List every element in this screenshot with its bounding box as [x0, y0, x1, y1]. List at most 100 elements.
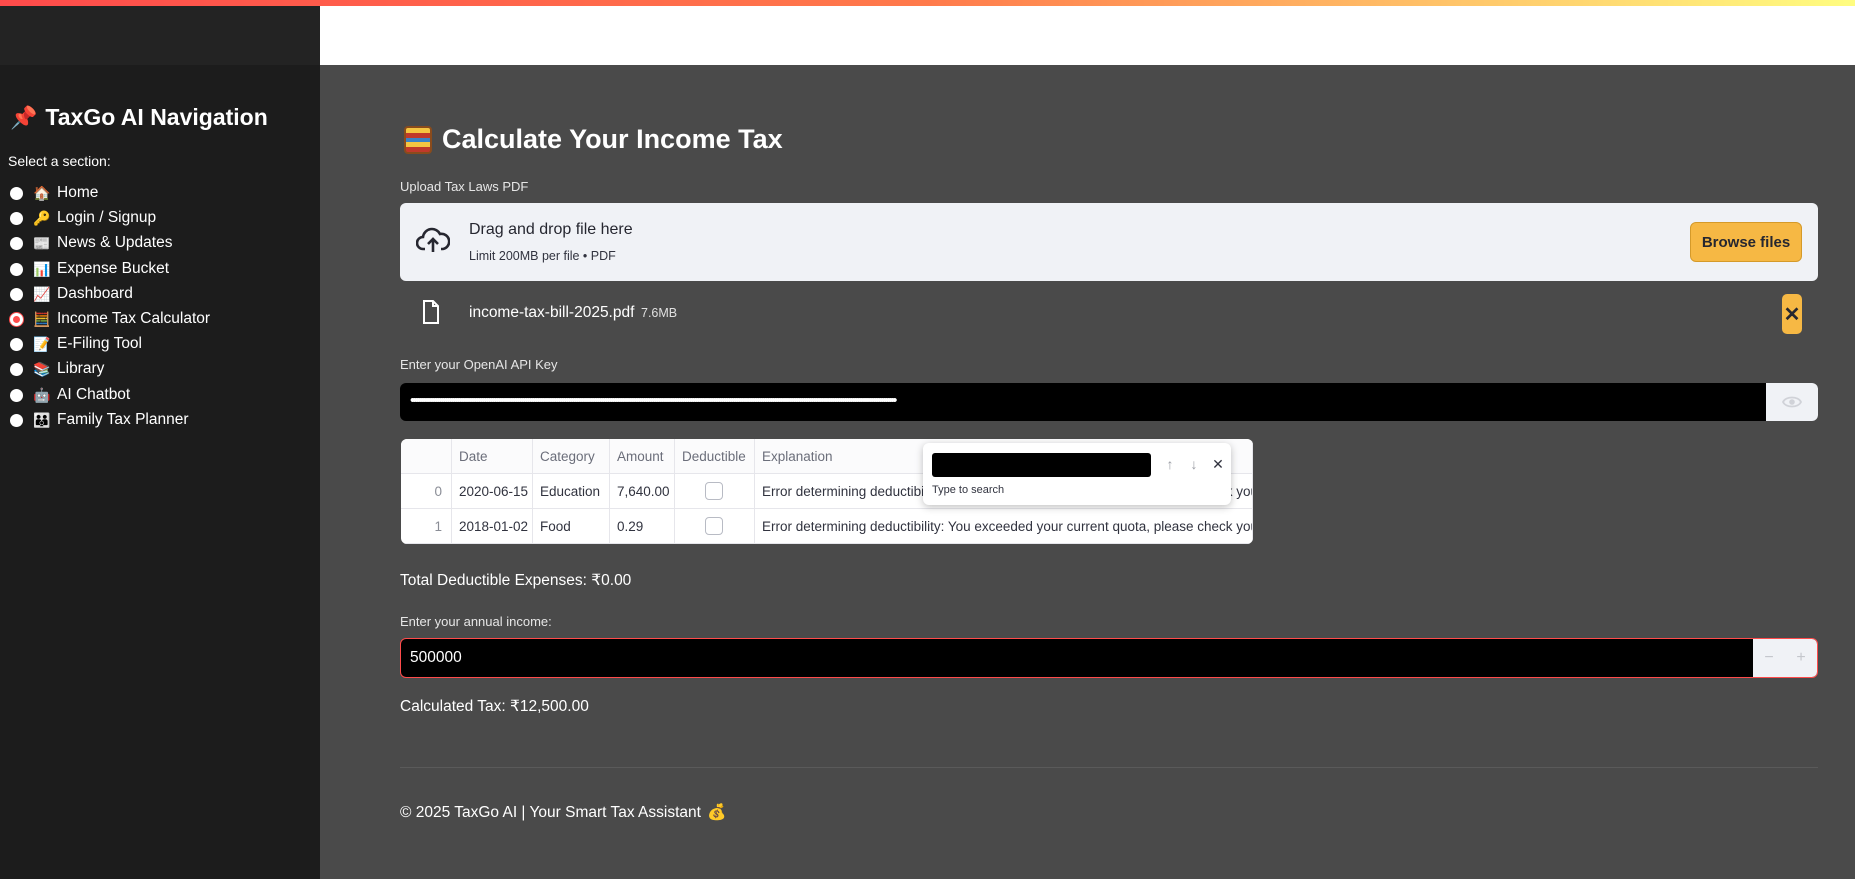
row-index-header[interactable]: [401, 439, 452, 474]
file-size: 7.6MB: [641, 306, 678, 320]
table-cell-date[interactable]: 2020-06-15: [452, 474, 533, 509]
radio-button[interactable]: [10, 362, 23, 376]
sidebar-title: 📌 TaxGo AI Navigation: [10, 104, 268, 131]
api-key-label: Enter your OpenAI API Key: [400, 357, 558, 372]
sidebar-item-label: Library: [57, 360, 105, 377]
cloud-upload-icon: [416, 227, 450, 252]
sidebar-item-library[interactable]: 📚 Library: [10, 358, 104, 380]
table-cell-category[interactable]: Education: [533, 474, 610, 509]
dropzone-instructions: Drag and drop file here: [469, 221, 633, 238]
search-hint: Type to search: [932, 484, 1005, 496]
upload-label: Upload Tax Laws PDF: [400, 179, 529, 194]
sidebar-item-label: Income Tax Calculator: [57, 310, 211, 327]
table-cell-date[interactable]: 2018-01-02: [452, 509, 533, 544]
increment-button[interactable]: +: [1785, 639, 1817, 677]
table-cell-explanation[interactable]: Error determining deductibility: You exc…: [755, 509, 1253, 544]
table-cell-deductible[interactable]: [675, 509, 755, 544]
remove-file-button[interactable]: ✕: [1782, 294, 1802, 334]
uploaded-file: income-tax-bill-2025.pdf 7.6MB ✕: [400, 292, 1818, 336]
income-label: Enter your annual income:: [400, 614, 552, 629]
amount-column-header[interactable]: Amount: [610, 439, 675, 474]
calculated-tax: Calculated Tax: ₹12,500.00: [400, 698, 589, 715]
browse-files-button[interactable]: Browse files: [1690, 222, 1802, 262]
sidebar-item-label: Home: [57, 184, 99, 201]
nav-item-icon: 📰: [33, 234, 51, 251]
divider: [400, 767, 1818, 768]
nav-item-icon: 📊: [33, 260, 51, 277]
date-column-header[interactable]: Date: [452, 439, 533, 474]
arrow-down-icon[interactable]: ↓: [1185, 455, 1203, 473]
deductible-checkbox[interactable]: [705, 482, 723, 500]
money-bag-icon: 💰: [706, 804, 727, 821]
footer: © 2025 TaxGo AI | Your Smart Tax Assista…: [400, 803, 726, 822]
nav-item-icon: 📈: [33, 285, 51, 302]
table-cell-amount[interactable]: 7,640.00: [610, 474, 675, 509]
radio-button[interactable]: [10, 211, 23, 225]
sidebar-item-label: Family Tax Planner: [57, 411, 189, 428]
sidebar-item-login-signup[interactable]: 🔑 Login / Signup: [10, 207, 156, 229]
sidebar-item-label: AI Chatbot: [57, 386, 131, 403]
radio-button[interactable]: [10, 388, 23, 402]
radio-button[interactable]: [10, 236, 23, 250]
sidebar-item-label: Dashboard: [57, 285, 133, 302]
abacus-icon: [404, 125, 432, 154]
sidebar-item-home[interactable]: 🏠 Home: [10, 182, 98, 204]
nav-item-icon: 📝: [33, 335, 51, 352]
table-search-popup: ↑ ↓ ✕ Type to search: [923, 443, 1231, 505]
api-key-value: ••••••••••••••••••••••••••••••••••••••••…: [410, 392, 897, 409]
sidebar-item-label: News & Updates: [57, 234, 173, 251]
decrement-button[interactable]: −: [1753, 639, 1785, 677]
section-select-label: Select a section:: [8, 153, 111, 169]
sidebar-item-label: Expense Bucket: [57, 260, 170, 277]
radio-button[interactable]: [10, 186, 23, 200]
table-cell-category[interactable]: Food: [533, 509, 610, 544]
sidebar-item-e-filing-tool[interactable]: 📝 E-Filing Tool: [10, 333, 142, 355]
nav-item-icon: 👪: [33, 411, 51, 428]
file-dropzone[interactable]: Drag and drop file here Limit 200MB per …: [400, 203, 1818, 281]
category-column-header[interactable]: Category: [533, 439, 610, 474]
nav-item-icon: 🤖: [33, 386, 51, 403]
deductible-column-header[interactable]: Deductible: [675, 439, 755, 474]
total-deductible: Total Deductible Expenses: ₹0.00: [400, 572, 632, 589]
page-title: Calculate Your Income Tax: [404, 124, 783, 155]
table-cell-deductible[interactable]: [675, 474, 755, 509]
api-key-input[interactable]: ••••••••••••••••••••••••••••••••••••••••…: [400, 383, 1818, 421]
pushpin-icon: 📌: [10, 104, 38, 130]
sidebar-header: [0, 6, 320, 65]
radio-button[interactable]: [10, 413, 23, 427]
table-search-input[interactable]: [932, 453, 1151, 477]
table-cell-index[interactable]: 0: [401, 474, 452, 509]
radio-button[interactable]: [10, 287, 23, 301]
sidebar-item-dashboard[interactable]: 📈 Dashboard: [10, 283, 133, 305]
radio-button[interactable]: [10, 337, 23, 351]
sidebar-item-label: Login / Signup: [57, 209, 157, 226]
dropzone-limit: Limit 200MB per file • PDF: [469, 249, 616, 263]
radio-button[interactable]: [10, 312, 23, 326]
arrow-up-icon[interactable]: ↑: [1161, 455, 1179, 473]
sidebar-item-label: E-Filing Tool: [57, 335, 143, 352]
sidebar-title-text: TaxGo AI Navigation: [45, 104, 268, 130]
sidebar-item-income-tax-calculator[interactable]: 🧮 Income Tax Calculator: [10, 308, 210, 330]
nav-item-icon: 🧮: [33, 310, 51, 327]
close-icon[interactable]: ✕: [1209, 455, 1227, 473]
file-name: income-tax-bill-2025.pdf: [469, 304, 635, 321]
sidebar-item-ai-chatbot[interactable]: 🤖 AI Chatbot: [10, 384, 130, 406]
sidebar-item-news-updates[interactable]: 📰 News & Updates: [10, 232, 172, 254]
close-icon: ✕: [1783, 303, 1801, 326]
eye-icon: [1782, 396, 1802, 408]
show-password-button[interactable]: [1766, 383, 1818, 421]
sidebar: [0, 6, 320, 879]
sidebar-item-family-tax-planner[interactable]: 👪 Family Tax Planner: [10, 409, 189, 431]
table-cell-index[interactable]: 1: [401, 509, 452, 544]
nav-item-icon: 🔑: [33, 209, 51, 226]
deductible-checkbox[interactable]: [705, 517, 723, 535]
sidebar-item-expense-bucket[interactable]: 📊 Expense Bucket: [10, 258, 169, 280]
footer-text: © 2025 TaxGo AI | Your Smart Tax Assista…: [400, 803, 701, 821]
nav-item-icon: 📚: [33, 360, 51, 377]
page-title-text: Calculate Your Income Tax: [442, 124, 783, 154]
table-cell-amount[interactable]: 0.29: [610, 509, 675, 544]
radio-button[interactable]: [10, 262, 23, 276]
app-header: [320, 6, 1855, 65]
annual-income-input[interactable]: 500000 − +: [400, 638, 1818, 678]
nav-item-icon: 🏠: [33, 184, 51, 201]
